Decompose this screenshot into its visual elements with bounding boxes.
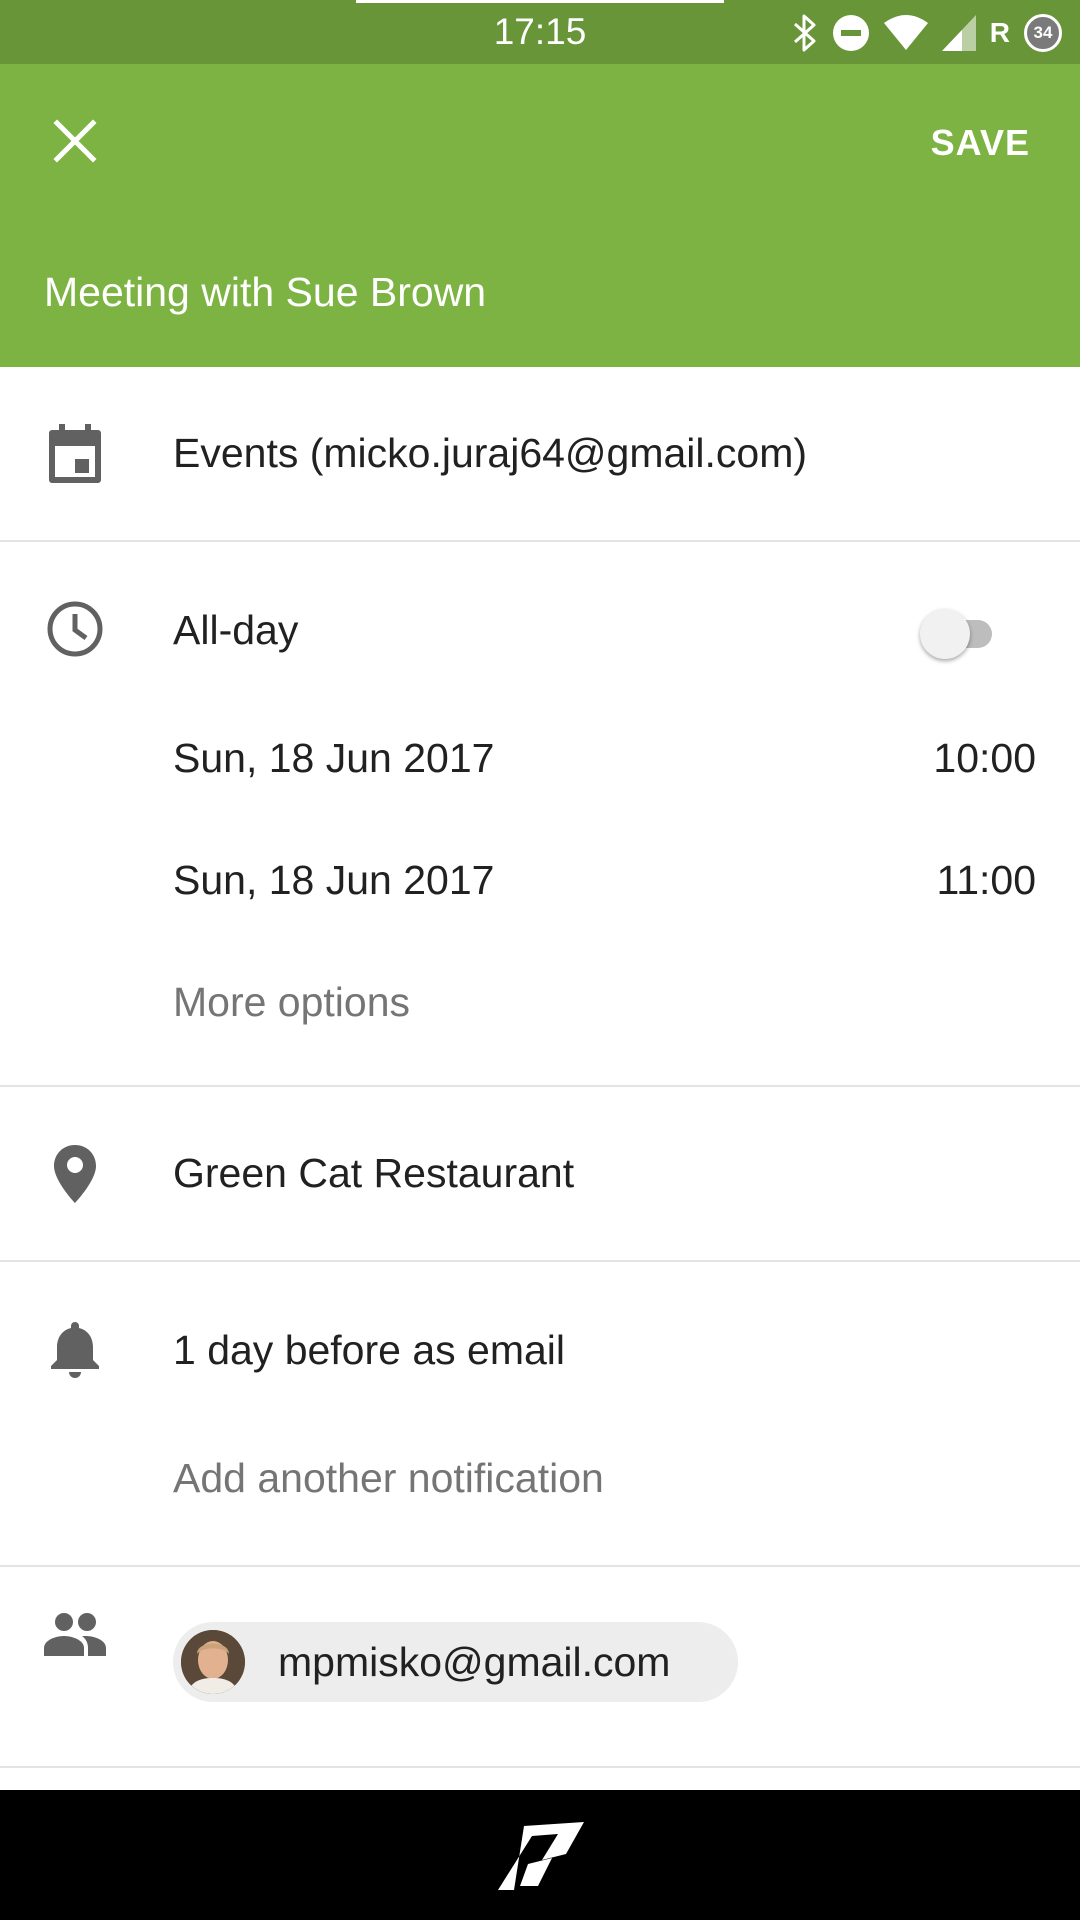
battery-icon: 34 [1024,14,1062,52]
close-button[interactable] [38,104,112,178]
more-options-link[interactable]: More options [173,974,410,1030]
location-row[interactable]: Green Cat Restaurant [0,1087,1080,1261]
avatar [181,1630,245,1694]
location-pin-icon [38,1137,112,1211]
all-day-label: All-day [173,607,299,653]
save-button[interactable]: SAVE [931,118,1030,168]
do-not-disturb-icon [832,14,870,52]
bell-icon [38,1312,112,1386]
home-logo-icon[interactable] [494,1820,586,1892]
people-icon [38,1597,112,1671]
notifications-section: 1 day before as email Add another notifi… [0,1262,1080,1566]
start-time[interactable]: 10:00 [933,730,1036,786]
add-notification-link[interactable]: Add another notification [173,1450,604,1506]
all-day-toggle[interactable] [918,606,1006,662]
start-date[interactable]: Sun, 18 Jun 2017 [173,730,494,786]
navigation-bar [0,1790,1080,1920]
attendee-chip[interactable]: mpmisko@gmail.com [173,1622,738,1702]
cell-signal-icon [941,15,976,51]
calendar-account-label: Events (micko.juraj64@gmail.com) [173,430,808,476]
attendee-email: mpmisko@gmail.com [278,1639,671,1685]
event-title-input[interactable]: Meeting with Sue Brown [44,264,486,320]
calendar-icon [38,417,112,491]
status-icons: R 34 [792,12,1062,54]
end-time[interactable]: 11:00 [936,852,1036,908]
status-bar: 17:15 R 34 [0,0,1080,64]
divider [0,1766,1080,1768]
bluetooth-icon [792,14,818,52]
toggle-thumb [920,609,970,659]
location-value: Green Cat Restaurant [173,1150,575,1196]
app-bar: SAVE Meeting with Sue Brown [0,64,1080,367]
close-icon [53,119,97,163]
event-edit-screen: 17:15 R 34 SAVE Meeting with Sue Brown E… [0,0,1080,1920]
status-bar-indicator [356,0,724,3]
wifi-icon [883,15,928,51]
clock-icon [38,592,112,666]
notification-item[interactable]: 1 day before as email [173,1322,565,1378]
roaming-indicator: R [989,17,1010,48]
calendar-row[interactable]: Events (micko.juraj64@gmail.com) [0,367,1080,541]
end-date[interactable]: Sun, 18 Jun 2017 [173,852,494,908]
